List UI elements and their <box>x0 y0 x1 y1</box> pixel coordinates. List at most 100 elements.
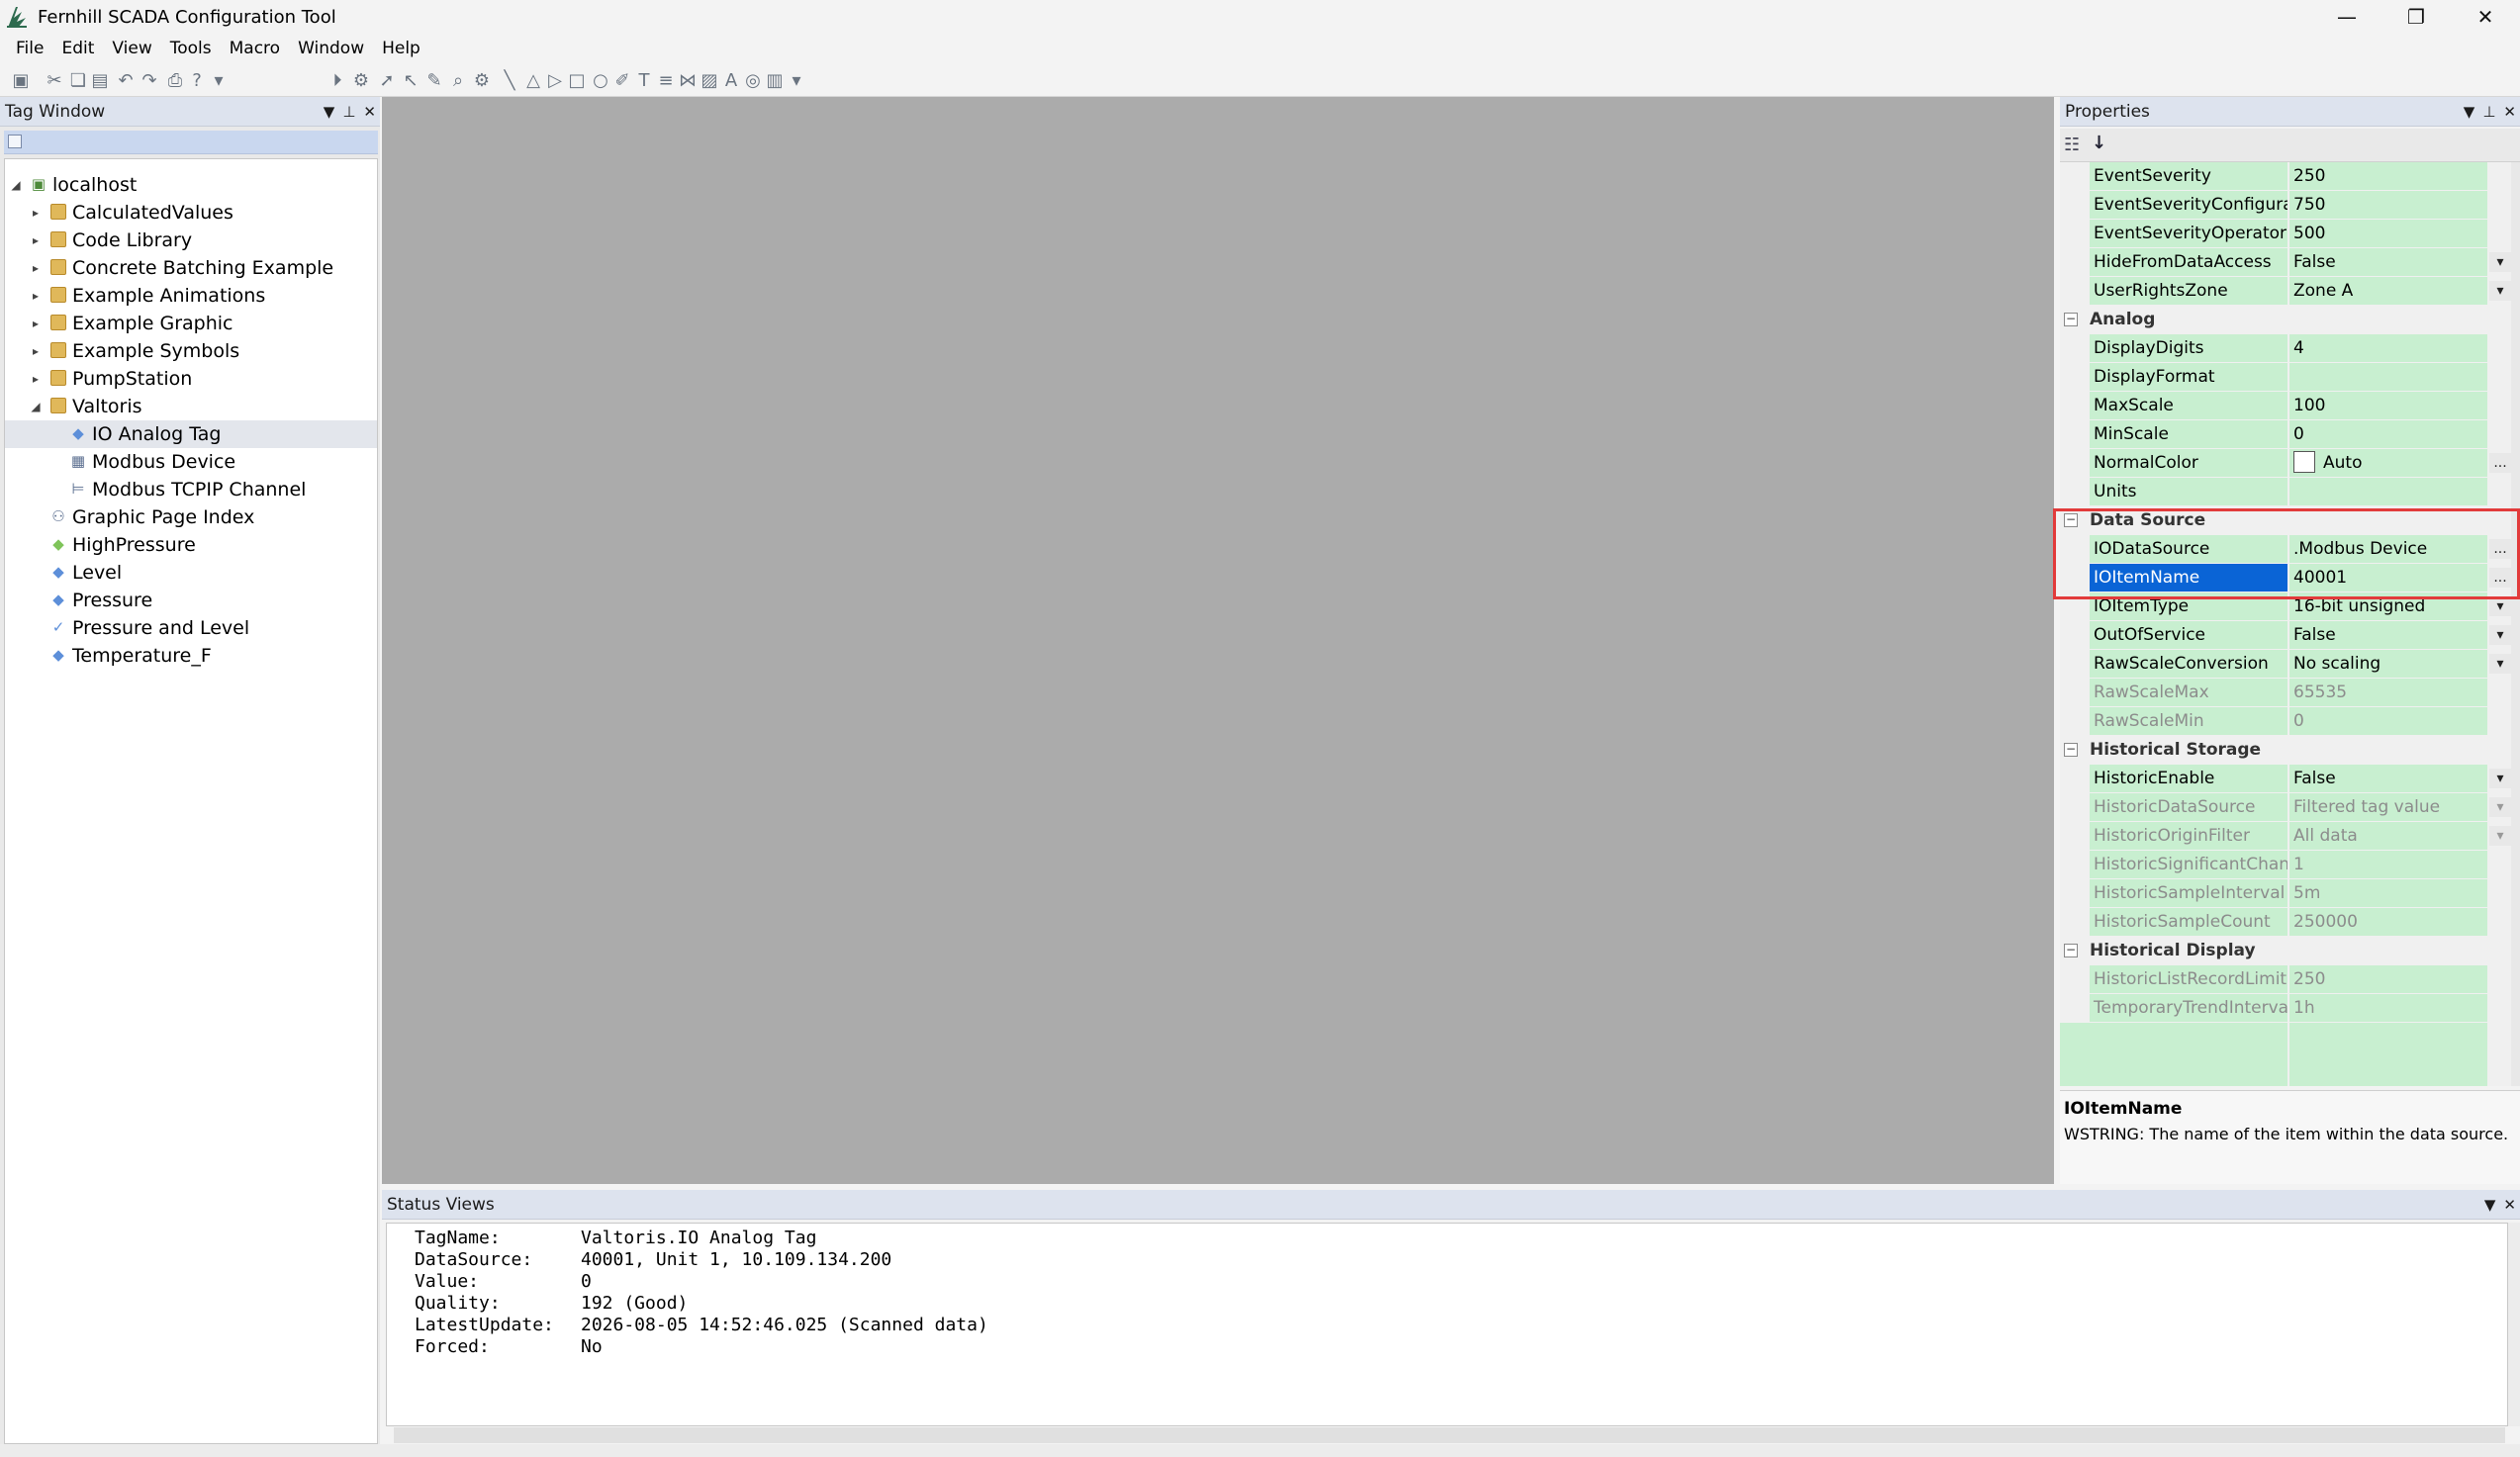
property-category[interactable]: − Historical Display <box>2060 937 2520 965</box>
status-horizontal-scrollbar[interactable] <box>394 1427 2505 1443</box>
copy-icon[interactable]: ❏ <box>67 69 89 91</box>
property-row[interactable]: RawScaleMax 65535 <box>2060 679 2520 707</box>
property-value[interactable]: False <box>2289 765 2487 792</box>
pointer-icon[interactable]: ➚ <box>376 69 398 91</box>
property-value[interactable]: 1 <box>2289 851 2487 878</box>
property-row[interactable]: EventSeverityOperator 500 <box>2060 220 2520 248</box>
property-value[interactable]: No scaling <box>2289 650 2487 678</box>
sort-alphabetical-icon[interactable]: ↓ <box>2092 133 2106 153</box>
menu-edit[interactable]: Edit <box>52 39 103 58</box>
restore-button[interactable]: ❐ <box>2381 0 2451 34</box>
property-row[interactable]: MaxScale 100 <box>2060 392 2520 420</box>
pin-icon[interactable]: ⊥ <box>342 103 355 121</box>
dropdown-button[interactable]: ▾ <box>2489 625 2511 645</box>
menu-window[interactable]: Window <box>289 39 373 58</box>
dropdown-button[interactable]: ▾ <box>2489 654 2511 674</box>
categorized-icon[interactable]: ☷ <box>2064 135 2080 155</box>
tree-item[interactable]: ◆ Temperature_F <box>5 642 377 670</box>
property-row[interactable]: Units <box>2060 478 2520 506</box>
dropdown-button[interactable]: ▾ <box>2489 281 2511 301</box>
zoom-icon[interactable]: ⌕ <box>447 69 469 91</box>
label-icon[interactable]: A <box>720 69 742 91</box>
run-icon[interactable]: ⏵ <box>327 69 348 91</box>
property-row[interactable]: HistoricEnable False ▾ <box>2060 765 2520 793</box>
property-value[interactable]: 0 <box>2289 707 2487 735</box>
valve-icon[interactable]: ⋈ <box>677 69 699 91</box>
property-value[interactable]: 5m <box>2289 879 2487 907</box>
close-icon[interactable]: ✕ <box>363 103 376 121</box>
help-icon[interactable]: ? <box>186 69 208 91</box>
expand-icon[interactable]: ▸ <box>29 344 43 358</box>
tree-item[interactable]: ▸ Example Symbols <box>5 337 377 365</box>
rectangle-icon[interactable]: □ <box>566 69 588 91</box>
pen-icon[interactable]: ✎ <box>423 69 445 91</box>
collapse-icon[interactable]: ◢ <box>29 400 43 413</box>
tree-item[interactable]: ◢ Valtoris <box>5 393 377 420</box>
property-value[interactable]: Auto <box>2289 449 2487 477</box>
property-value[interactable]: 0 <box>2289 420 2487 448</box>
close-button[interactable]: ✕ <box>2451 0 2520 34</box>
property-value[interactable]: 1h <box>2289 994 2487 1022</box>
property-row[interactable]: HideFromDataAccess False ▾ <box>2060 248 2520 277</box>
dropdown-button[interactable]: ▾ <box>2489 769 2511 788</box>
property-row[interactable]: HistoricOriginFilter All data ▾ <box>2060 822 2520 851</box>
menu-view[interactable]: View <box>103 39 160 58</box>
menu-help[interactable]: Help <box>373 39 429 58</box>
property-value[interactable] <box>2289 478 2487 505</box>
collapse-icon[interactable]: − <box>2064 944 2078 957</box>
ellipsis-button[interactable]: ... <box>2489 568 2511 588</box>
property-row[interactable]: RawScaleConversion No scaling ▾ <box>2060 650 2520 679</box>
property-value[interactable]: 250000 <box>2289 908 2487 936</box>
property-row[interactable]: DisplayDigits 4 <box>2060 334 2520 363</box>
save-icon[interactable]: ▣ <box>10 69 32 91</box>
tree-item[interactable]: ▦ Modbus Device <box>5 448 377 476</box>
property-value[interactable]: Filtered tag value <box>2289 793 2487 821</box>
collapse-icon[interactable]: − <box>2064 513 2078 527</box>
dropdown-icon[interactable]: ▼ <box>2464 103 2475 121</box>
expand-icon[interactable]: ▸ <box>29 206 43 220</box>
tree-item[interactable]: ▸ Example Graphic <box>5 310 377 337</box>
property-row[interactable]: HistoricListRecordLimit 250 <box>2060 965 2520 994</box>
arrow-shape-icon[interactable]: ▷ <box>544 69 566 91</box>
property-value[interactable]: .Modbus Device <box>2289 535 2487 563</box>
dropdown-button[interactable]: ▾ <box>2489 252 2511 272</box>
property-row[interactable]: IODataSource .Modbus Device... <box>2060 535 2520 564</box>
settings-icon[interactable]: ⚙ <box>350 69 372 91</box>
properties-scrollbar[interactable] <box>2511 162 2520 1086</box>
expand-icon[interactable]: ▸ <box>29 233 43 247</box>
property-row[interactable]: UserRightsZone Zone A ▾ <box>2060 277 2520 306</box>
property-row[interactable]: HistoricSignificantChange1 <box>2060 851 2520 879</box>
ellipsis-button[interactable]: ... <box>2489 539 2511 559</box>
dropdown-button[interactable]: ▾ <box>2489 596 2511 616</box>
menu-file[interactable]: File <box>0 39 52 58</box>
tree-item[interactable]: ◢ ▣ localhost <box>5 171 377 199</box>
image-icon[interactable]: ▨ <box>699 69 720 91</box>
property-value[interactable]: 250 <box>2289 162 2487 190</box>
tree-item[interactable]: ⚇ Graphic Page Index <box>5 503 377 531</box>
property-row[interactable]: NormalColor Auto... <box>2060 449 2520 478</box>
paste-icon[interactable]: ▤ <box>89 69 111 91</box>
document-canvas[interactable] <box>382 97 2054 1184</box>
redo-icon[interactable]: ↷ <box>139 69 160 91</box>
circle-icon[interactable]: ◎ <box>742 69 764 91</box>
tree-item[interactable]: ◆ IO Analog Tag <box>5 420 377 448</box>
tree-item[interactable]: ✓ Pressure and Level <box>5 614 377 642</box>
property-value[interactable]: Zone A <box>2289 277 2487 305</box>
collapse-icon[interactable]: − <box>2064 313 2078 326</box>
ellipse-icon[interactable]: ○ <box>590 69 611 91</box>
property-row[interactable]: EventSeverityConfigurati...750 <box>2060 191 2520 220</box>
toolbar-overflow-2-icon[interactable]: ▾ <box>786 69 807 91</box>
close-icon[interactable]: ✕ <box>2503 1196 2516 1214</box>
property-row[interactable]: MinScale 0 <box>2060 420 2520 449</box>
property-row[interactable]: HistoricSampleCount 250000 <box>2060 908 2520 937</box>
collapse-icon[interactable]: − <box>2064 743 2078 757</box>
property-row[interactable]: RawScaleMin 0 <box>2060 707 2520 736</box>
minimize-button[interactable]: — <box>2312 0 2381 34</box>
filter-icon[interactable] <box>8 135 22 148</box>
expand-icon[interactable]: ▸ <box>29 372 43 386</box>
property-row[interactable]: HistoricDataSource Filtered tag value ▾ <box>2060 793 2520 822</box>
property-value[interactable]: 16-bit unsigned <box>2289 592 2487 620</box>
property-value[interactable]: 500 <box>2289 220 2487 247</box>
property-value[interactable]: 100 <box>2289 392 2487 419</box>
line-icon[interactable]: ╲ <box>499 69 520 91</box>
